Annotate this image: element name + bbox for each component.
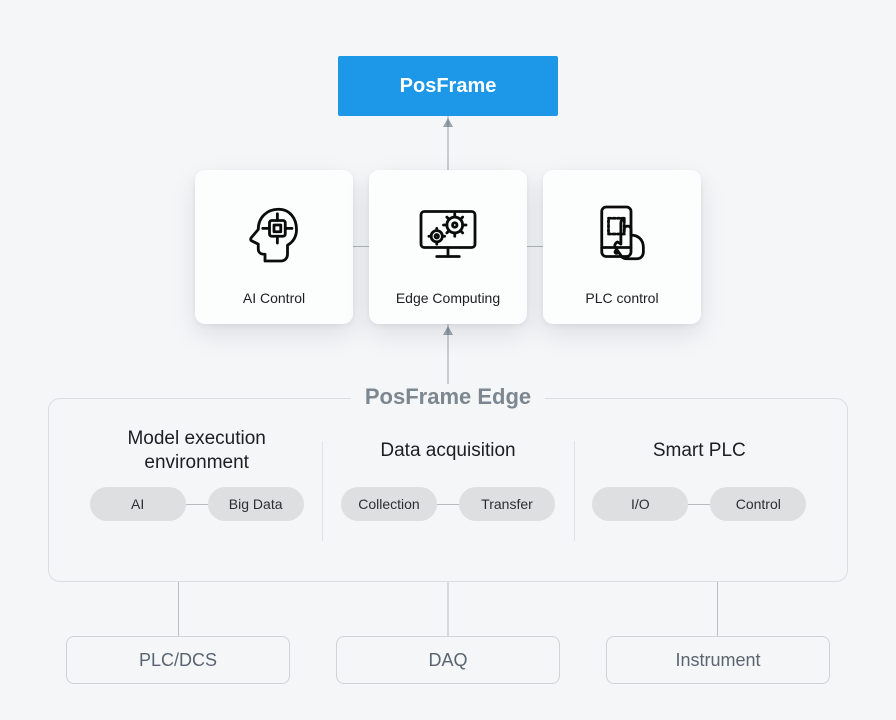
pill: Big Data <box>208 487 304 521</box>
arrow-head-icon <box>443 118 453 127</box>
middle-cards-row: AI Control <box>195 170 701 324</box>
connector-line <box>717 582 718 636</box>
posframe-edge-box: Model execution environment AI Big Data … <box>48 398 848 582</box>
architecture-diagram: PosFrame AI Control <box>0 0 896 720</box>
pill-connector <box>186 504 208 505</box>
edge-col-smart-plc: Smart PLC I/O Control <box>574 427 825 559</box>
tag-plc-dcs: PLC/DCS <box>66 636 290 684</box>
arrow-head-icon <box>443 326 453 335</box>
card-ai-control: AI Control <box>195 170 353 324</box>
pill-row: AI Big Data <box>90 487 304 521</box>
card-label: PLC control <box>585 290 658 306</box>
posframe-box: PosFrame <box>338 56 558 116</box>
tag-label: PLC/DCS <box>139 650 217 671</box>
tag-instrument: Instrument <box>606 636 830 684</box>
pill: AI <box>90 487 186 521</box>
phone-touch-icon <box>586 184 658 284</box>
computer-gears-icon <box>412 184 484 284</box>
edge-col-heading: Smart PLC <box>653 427 746 475</box>
connector-line <box>448 582 449 636</box>
pill: Control <box>710 487 806 521</box>
card-label: Edge Computing <box>396 290 500 306</box>
edge-col-heading: Data acquisition <box>380 427 515 475</box>
pill: Collection <box>341 487 437 521</box>
pill-connector <box>688 504 710 505</box>
posframe-title: PosFrame <box>400 75 497 98</box>
pill-row: I/O Control <box>592 487 806 521</box>
pill-connector <box>437 504 459 505</box>
card-edge-computing: Edge Computing <box>369 170 527 324</box>
edge-section-title: PosFrame Edge <box>351 384 545 410</box>
card-plc-control: PLC control <box>543 170 701 324</box>
pill-row: Collection Transfer <box>341 487 555 521</box>
edge-col-data-acquisition: Data acquisition Collection Transfer <box>322 427 573 559</box>
edge-col-model-execution: Model execution environment AI Big Data <box>71 427 322 559</box>
tag-daq: DAQ <box>336 636 560 684</box>
bottom-row: PLC/DCS DAQ Instrument <box>66 636 830 684</box>
tag-label: Instrument <box>675 650 760 671</box>
card-label: AI Control <box>243 290 305 306</box>
connector-line <box>178 582 179 636</box>
head-chip-icon <box>238 184 310 284</box>
tag-label: DAQ <box>428 650 467 671</box>
edge-col-heading: Model execution environment <box>81 427 312 475</box>
pill: Transfer <box>459 487 555 521</box>
pill: I/O <box>592 487 688 521</box>
